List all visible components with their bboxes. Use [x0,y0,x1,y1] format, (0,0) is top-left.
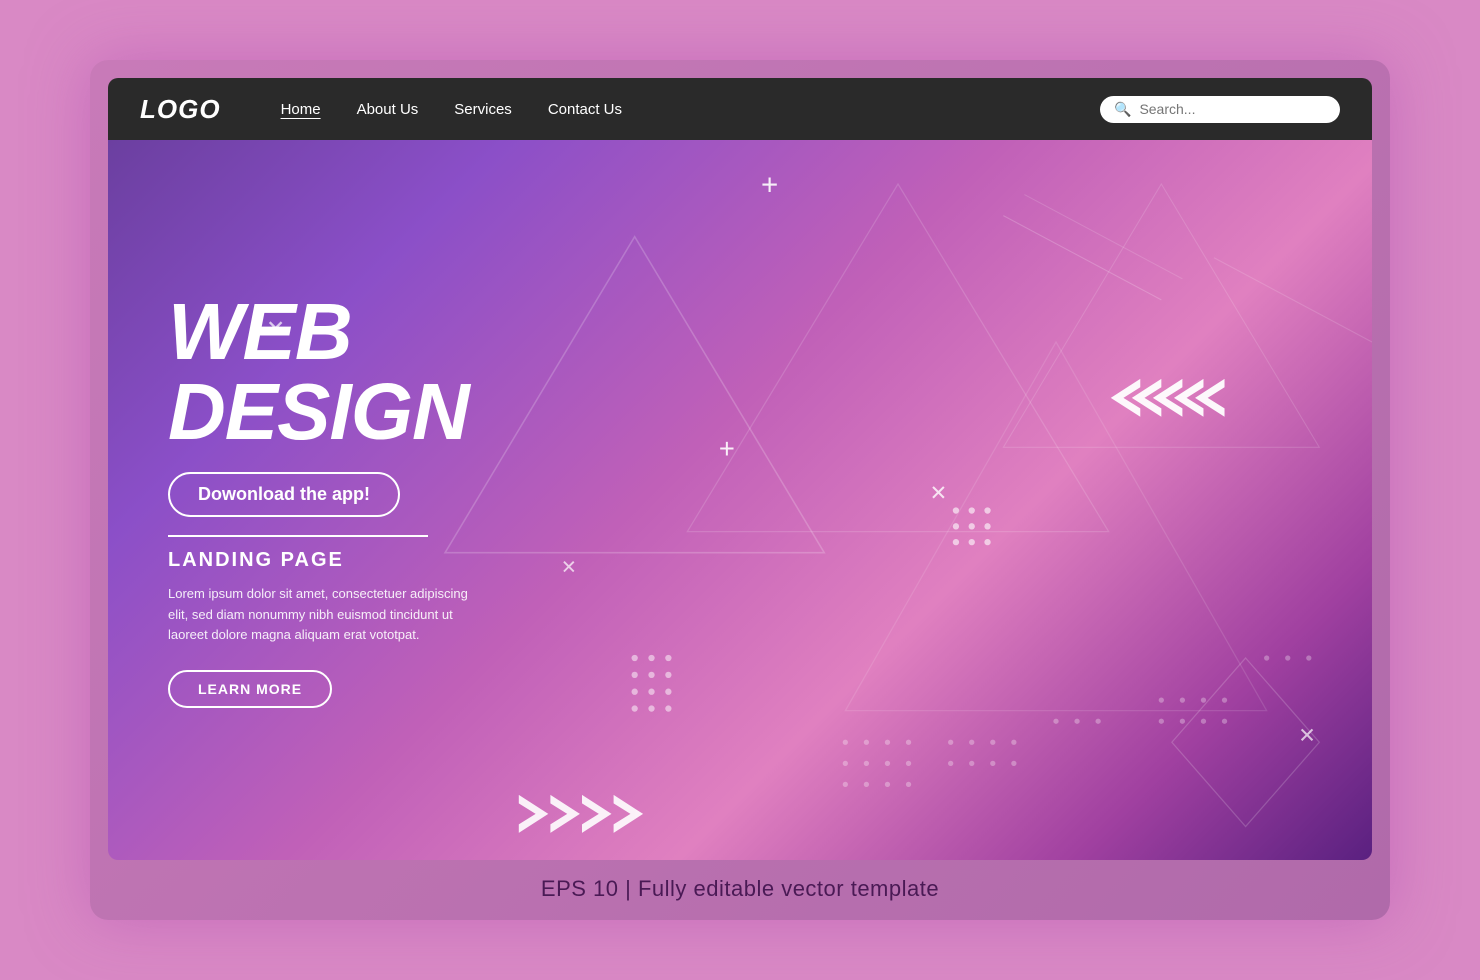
search-input[interactable] [1139,101,1326,117]
nav-home[interactable]: Home [281,101,321,118]
hero-description: Lorem ipsum dolor sit amet, consectetuer… [168,584,468,646]
svg-text:✕: ✕ [930,482,948,505]
nav-services[interactable]: Services [454,101,512,118]
svg-text:+: + [719,433,735,464]
nav-links: Home About Us Services Contact Us [281,101,1100,118]
divider [168,535,428,537]
landing-subtitle: LANDING PAGE [168,549,648,572]
svg-text:✕: ✕ [1298,724,1316,747]
svg-text:+: + [761,169,778,202]
search-bar: 🔍 [1100,96,1340,123]
download-button[interactable]: Dowonload the app! [168,472,400,517]
logo: LOGO [140,94,221,125]
nav-about[interactable]: About Us [357,101,419,118]
navbar: LOGO Home About Us Services Contact Us 🔍 [108,78,1372,140]
hero-section: + + ✕ ✕ ✕ ✕ [108,140,1372,860]
browser-frame: LOGO Home About Us Services Contact Us 🔍 [108,78,1372,860]
hero-title: WEB DESIGN [168,292,648,452]
outer-wrapper: LOGO Home About Us Services Contact Us 🔍 [90,60,1390,920]
learn-more-button[interactable]: LEARN MORE [168,670,332,708]
hero-content: WEB DESIGN Dowonload the app! LANDING PA… [168,292,648,708]
footer-label: EPS 10 | Fully editable vector template [541,876,939,902]
nav-contact[interactable]: Contact Us [548,101,622,118]
search-icon: 🔍 [1114,101,1131,118]
